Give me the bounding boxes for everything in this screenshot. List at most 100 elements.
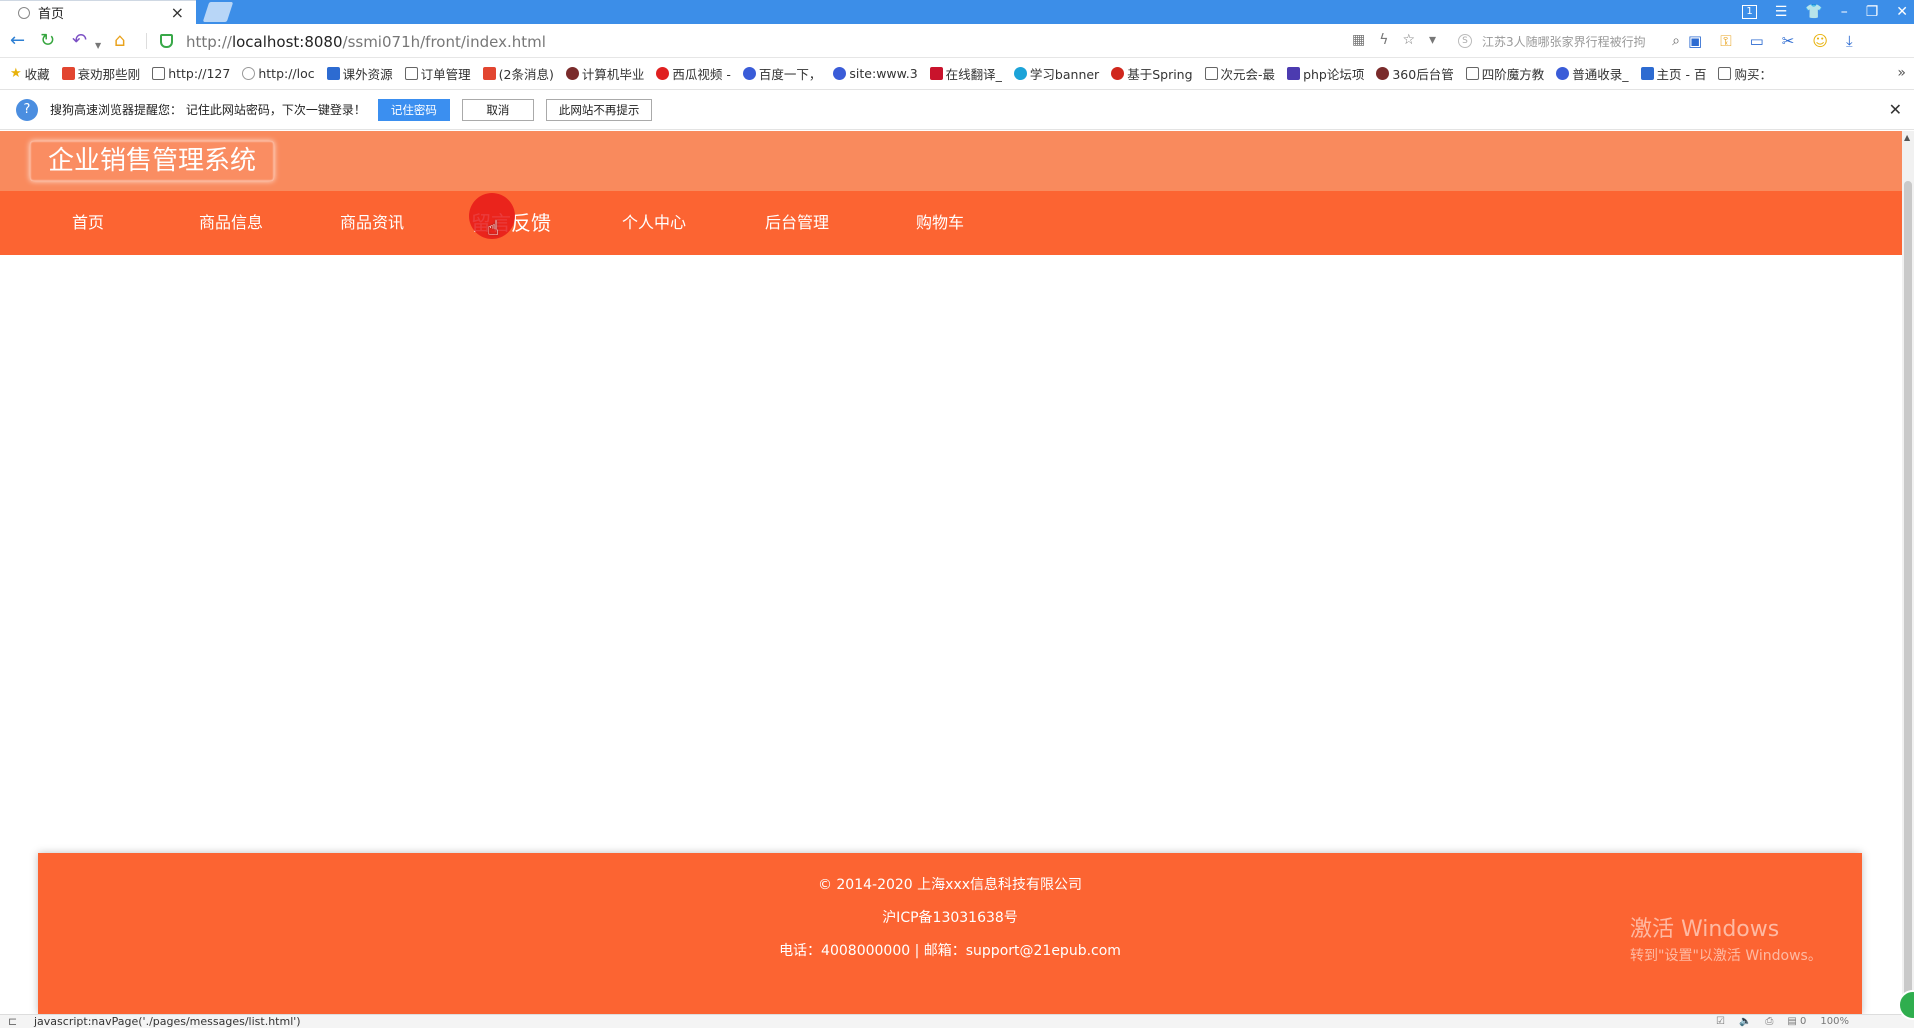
nav-cart[interactable]: 购物车 — [916, 191, 964, 255]
shield-icon[interactable] — [160, 34, 173, 48]
teal-logo-icon — [1013, 67, 1027, 80]
chevron-right-icon[interactable]: » — [1897, 65, 1906, 81]
main-nav: 首页 商品信息 商品资讯 留言反馈 个人中心 后台管理 购物车 — [0, 191, 1902, 255]
skin-icon[interactable]: 👕 — [1805, 0, 1822, 24]
bookmark-item[interactable]: 百度一下， — [742, 64, 821, 83]
watermark-title: 激活 Windows — [1630, 917, 1780, 942]
cut-icon[interactable]: ✂ — [1782, 32, 1795, 50]
watermark-subtitle: 转到"设置"以激活 Windows。 — [1630, 948, 1822, 964]
page-favicon-icon — [18, 6, 30, 19]
bookmark-item[interactable]: 衰劝那些刚 — [61, 64, 141, 83]
qr-code-icon[interactable]: ▦ — [1352, 32, 1365, 48]
close-window-icon[interactable]: ✕ — [1896, 0, 1908, 24]
sidebar-toggle-icon[interactable]: ⊏ — [8, 1015, 17, 1028]
never-prompt-button[interactable]: 此网站不再提示 — [545, 98, 653, 121]
extension-toolbar: ▣ ⚿ ▭ ✂ ☺ ⤓ — [1688, 32, 1853, 50]
scroll-up-icon[interactable]: ▲ — [1904, 133, 1910, 142]
page-viewport: 企业销售管理系统 首页 商品信息 商品资讯 留言反馈 个人中心 后台管理 购物车… — [0, 131, 1902, 1014]
restore-icon[interactable]: ❐ — [1866, 0, 1879, 24]
status-url: javascript:navPage('./pages/messages/lis… — [34, 1015, 301, 1028]
bookmark-item[interactable]: site:www.3 — [833, 66, 918, 81]
bookmark-item[interactable]: 购买： — [1718, 64, 1772, 83]
bookmark-item[interactable]: 360后台管 — [1376, 64, 1454, 83]
zoom-indicator[interactable]: 100% — [1820, 1015, 1849, 1028]
site-icon — [565, 67, 579, 80]
cancel-button[interactable]: 取消 — [461, 98, 534, 121]
bookmark-item[interactable]: 西瓜视频 - — [656, 64, 731, 83]
bookmark-item[interactable]: ★ 收藏 — [10, 64, 50, 83]
vertical-scrollbar[interactable]: ▲ — [1902, 131, 1914, 1014]
star-icon[interactable]: ☆ — [1402, 32, 1415, 48]
doc-icon — [152, 67, 166, 80]
chevron-down-icon[interactable]: ▼ — [95, 36, 101, 56]
print-icon[interactable]: ⎙ — [1765, 1015, 1773, 1028]
search-icon[interactable]: ⌕ — [1672, 33, 1680, 49]
smile-icon[interactable]: ☺ — [1812, 32, 1828, 50]
bookmark-item[interactable]: http://127 — [152, 66, 230, 81]
bookmark-label: 衰劝那些刚 — [77, 67, 141, 82]
doc-icon — [404, 67, 418, 80]
screen-icon[interactable]: ▭ — [1750, 32, 1764, 50]
nav-products[interactable]: 商品信息 — [199, 191, 263, 255]
bookmark-item[interactable]: 课外资源 — [326, 64, 393, 83]
bookmark-item[interactable]: 学习banner — [1013, 64, 1099, 83]
speaker-icon[interactable]: 🔈 — [1739, 1015, 1751, 1028]
nav-admin[interactable]: 后台管理 — [765, 191, 829, 255]
bookmark-item[interactable]: 订单管理 — [404, 64, 471, 83]
tab-close-icon[interactable]: × — [171, 3, 184, 22]
bookmark-label: http://loc — [258, 66, 315, 81]
nav-home[interactable]: 首页 — [72, 191, 104, 255]
chevron-down-icon[interactable]: ▾ — [1429, 32, 1436, 48]
menu-icon[interactable]: ☰ — [1775, 0, 1788, 24]
bookmark-label: 基于Spring — [1127, 67, 1193, 82]
close-icon[interactable]: ✕ — [1889, 100, 1902, 119]
url-scheme: http:// — [186, 33, 232, 51]
password-prompt-text: 搜狗高速浏览器提醒您： 记住此网站密码，下次一键登录！ — [50, 103, 366, 117]
bookmark-item[interactable]: http://loc — [242, 66, 315, 81]
remember-password-button[interactable]: 记住密码 — [377, 98, 450, 121]
refresh-icon[interactable]: ↻ — [40, 31, 55, 51]
bookmark-item[interactable]: 四阶魔方教 — [1465, 64, 1545, 83]
bookmark-item[interactable]: 基于Spring — [1111, 64, 1193, 83]
scroll-thumb[interactable] — [1904, 181, 1912, 1001]
translate-icon[interactable]: ▣ — [1688, 32, 1702, 50]
download-count-icon[interactable]: ▤ 0 — [1787, 1015, 1806, 1028]
bookmark-item[interactable]: 主页 - 百 — [1640, 64, 1706, 83]
bookmark-item[interactable]: (2条消息) — [482, 64, 554, 83]
minimize-icon[interactable]: – — [1841, 0, 1848, 24]
bookmark-label: php论坛项 — [1303, 67, 1365, 82]
key-icon[interactable]: ⚿ — [1720, 32, 1731, 50]
bookmark-item[interactable]: 在线翻译_ — [929, 64, 1002, 83]
bookmarks-bar: ★ 收藏 衰劝那些刚 http://127 http://loc 课外资源 订单管理 (2条消… — [0, 58, 1914, 90]
g-logo-icon — [1111, 67, 1125, 80]
bookmark-item[interactable]: 普通收录_ — [1556, 64, 1629, 83]
window-controls: 1 ☰ 👕 – ❐ ✕ — [1742, 0, 1908, 24]
back-arrow-icon[interactable]: ← — [10, 31, 25, 51]
site-title: 企业销售管理系统 — [30, 141, 275, 181]
search-input[interactable]: S 江苏3人随哪张家界行程被行拘 ⌕ — [1458, 30, 1680, 52]
nav-profile[interactable]: 个人中心 — [622, 191, 686, 255]
lightning-icon[interactable]: ϟ — [1379, 32, 1388, 48]
bookmark-item[interactable]: php论坛项 — [1287, 64, 1364, 83]
doc-icon — [1718, 67, 1732, 80]
browser-tab[interactable]: 首页 × — [0, 0, 196, 24]
download-icon[interactable]: ⤓ — [1846, 32, 1853, 50]
tab-count-icon[interactable]: 1 — [1742, 5, 1757, 19]
bookmark-label: 购买： — [1734, 67, 1772, 82]
bookmark-label: 360后台管 — [1392, 67, 1454, 82]
nav-news[interactable]: 商品资讯 — [340, 191, 404, 255]
y-logo-icon — [929, 67, 943, 80]
url-input[interactable]: http://localhost:8080/ssmi071h/front/ind… — [186, 33, 546, 51]
new-tab-button[interactable] — [202, 2, 234, 22]
bookmark-item[interactable]: 次元会-最 — [1204, 64, 1275, 83]
check-icon[interactable]: ☑ — [1716, 1015, 1725, 1028]
home-icon[interactable]: ⌂ — [114, 31, 125, 51]
play-icon — [656, 67, 670, 80]
bookmark-label: 计算机毕业 — [581, 67, 645, 82]
bookmark-label: site:www.3 — [849, 66, 918, 81]
undo-icon[interactable]: ↶ — [72, 31, 87, 51]
key-hint-icon: ? — [16, 98, 38, 121]
bookmark-item[interactable]: 计算机毕业 — [565, 64, 645, 83]
password-save-bar: ? 搜狗高速浏览器提醒您： 记住此网站密码，下次一键登录！ 记住密码 取消 此网… — [0, 90, 1914, 130]
bookmark-label: 四阶魔方教 — [1481, 67, 1545, 82]
